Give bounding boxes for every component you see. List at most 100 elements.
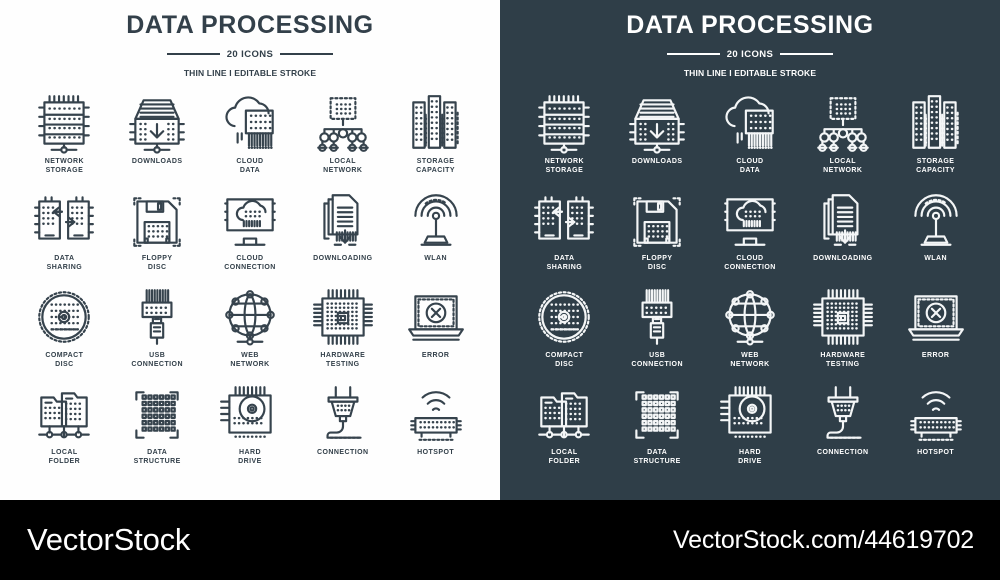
icon-label: CONNECTION	[817, 448, 869, 456]
data-structure-icon	[635, 390, 679, 439]
storage-capacity-icon	[911, 94, 959, 149]
usb-connection-icon	[141, 288, 173, 345]
icon-cell-web-network[interactable]: WEB NETWORK	[704, 286, 797, 383]
icon-label: WLAN	[924, 254, 947, 262]
watermark-footer: VectorStock VectorStock.com/44619702	[0, 500, 1000, 580]
icon-label: HARDWARE TESTING	[820, 351, 866, 368]
error-icon	[907, 294, 964, 341]
icon-label: LOCAL NETWORK	[823, 157, 863, 174]
icon-cell-storage-capacity[interactable]: STORAGE CAPACITY	[389, 92, 482, 189]
hotspot-icon	[409, 390, 462, 441]
page-subtitle: THIN LINE I EDITABLE STROKE	[183, 67, 317, 78]
icon-label: DOWNLOADING	[813, 254, 873, 262]
icon-label: WLAN	[424, 254, 447, 262]
icon-label: HARDWARE TESTING	[320, 351, 366, 368]
network-storage-icon	[38, 94, 91, 154]
icon-label: FLOPPY DISC	[641, 254, 673, 271]
icon-label: WEB NETWORK	[730, 351, 770, 368]
icon-label: WEB NETWORK	[230, 351, 270, 368]
icon-cell-data-sharing[interactable]: DATA SHARING	[518, 189, 611, 286]
icon-cell-data-sharing[interactable]: DATA SHARING	[18, 189, 111, 286]
icon-count-rule-dark: 20 ICONS	[500, 49, 1000, 60]
connection-icon	[326, 385, 362, 439]
icon-label: NETWORK STORAGE	[44, 157, 85, 174]
icon-cell-connection[interactable]: CONNECTION	[296, 383, 389, 480]
icon-cell-downloading[interactable]: DOWNLOADING	[796, 189, 889, 286]
hotspot-icon	[909, 390, 962, 441]
icon-cell-data-structure[interactable]: DATA STRUCTURE	[111, 383, 204, 480]
hard-drive-icon	[220, 385, 272, 438]
icon-cell-network-storage[interactable]: NETWORK STORAGE	[518, 92, 611, 189]
rule-line-right	[780, 53, 834, 55]
icon-cell-cloud-data[interactable]: CLOUD DATA	[704, 92, 797, 189]
icon-label: CLOUD CONNECTION	[224, 254, 276, 271]
icon-cell-data-structure[interactable]: DATA STRUCTURE	[611, 383, 704, 480]
data-structure-icon	[135, 390, 179, 439]
hardware-testing-icon	[812, 288, 873, 345]
connection-icon	[826, 385, 862, 439]
icon-cell-error[interactable]: ERROR	[889, 286, 982, 383]
wlan-icon	[413, 193, 458, 246]
hard-drive-icon	[720, 385, 772, 438]
icon-label: USB CONNECTION	[631, 351, 683, 368]
icon-cell-local-folder[interactable]: LOCAL FOLDER	[518, 383, 611, 480]
icon-cell-wlan[interactable]: WLAN	[889, 189, 982, 286]
icon-cell-storage-capacity[interactable]: STORAGE CAPACITY	[889, 92, 982, 189]
icon-label: HOTSPOT	[417, 448, 455, 456]
vectorstock-url: VectorStock.com/44619702	[673, 525, 974, 554]
icon-label: HARD DRIVE	[738, 448, 762, 465]
icon-cell-wlan[interactable]: WLAN	[389, 189, 482, 286]
icon-cell-usb-connection[interactable]: USB CONNECTION	[611, 286, 704, 383]
icon-cell-local-folder[interactable]: LOCAL FOLDER	[18, 383, 111, 480]
rule-line-right	[280, 53, 334, 55]
icon-cell-cloud-connection[interactable]: CLOUD CONNECTION	[704, 189, 797, 286]
icon-cell-local-network[interactable]: LOCAL NETWORK	[796, 92, 889, 189]
cloud-connection-icon	[222, 197, 278, 246]
icon-label: HOTSPOT	[917, 448, 955, 456]
local-folder-icon	[538, 391, 591, 438]
icon-cell-floppy-disc[interactable]: FLOPPY DISC	[111, 189, 204, 286]
poster-sheet: DATA PROCESSING 20 ICONS THIN LINE I EDI…	[0, 0, 1000, 580]
icon-label: FLOPPY DISC	[141, 254, 173, 271]
icon-cell-web-network[interactable]: WEB NETWORK	[204, 286, 297, 383]
icon-grid-light: NETWORK STORAGE DOWNLOADS CLOUD DATA LOCAL NET…	[0, 92, 500, 480]
icon-cell-error[interactable]: ERROR	[389, 286, 482, 383]
icon-cell-downloads[interactable]: DOWNLOADS	[111, 92, 204, 189]
local-network-icon	[816, 96, 869, 152]
error-icon	[407, 294, 464, 341]
vectorstock-brand: VectorStock	[27, 522, 191, 557]
icon-cell-hotspot[interactable]: HOTSPOT	[389, 383, 482, 480]
icon-cell-usb-connection[interactable]: USB CONNECTION	[111, 286, 204, 383]
page-title: DATA PROCESSING	[126, 11, 374, 39]
icon-cell-cloud-data[interactable]: CLOUD DATA	[204, 92, 297, 189]
icon-cell-network-storage[interactable]: NETWORK STORAGE	[18, 92, 111, 189]
icon-cell-cloud-connection[interactable]: CLOUD CONNECTION	[204, 189, 297, 286]
icon-cell-hard-drive[interactable]: HARD DRIVE	[204, 383, 297, 480]
floppy-disc-icon	[133, 196, 181, 247]
downloads-icon	[629, 98, 686, 154]
icon-cell-downloads[interactable]: DOWNLOADS	[611, 92, 704, 189]
icon-cell-connection[interactable]: CONNECTION	[796, 383, 889, 480]
icon-cell-compact-disc[interactable]: COMPACT DISC	[18, 286, 111, 383]
network-storage-icon	[538, 94, 591, 154]
storage-capacity-icon	[411, 94, 459, 149]
icon-label: CLOUD CONNECTION	[724, 254, 776, 271]
icon-label: DOWNLOADING	[313, 254, 373, 262]
icon-label: CONNECTION	[317, 448, 369, 456]
icon-cell-local-network[interactable]: LOCAL NETWORK	[296, 92, 389, 189]
icon-label: LOCAL NETWORK	[323, 157, 363, 174]
icon-label: DATA STRUCTURE	[633, 448, 681, 465]
icon-cell-hotspot[interactable]: HOTSPOT	[889, 383, 982, 480]
icon-cell-floppy-disc[interactable]: FLOPPY DISC	[611, 189, 704, 286]
icon-cell-hardware-testing[interactable]: HARDWARE TESTING	[296, 286, 389, 383]
downloading-icon	[823, 193, 859, 246]
icon-cell-compact-disc[interactable]: COMPACT DISC	[518, 286, 611, 383]
icon-cell-hardware-testing[interactable]: HARDWARE TESTING	[796, 286, 889, 383]
icon-grid-dark: NETWORK STORAGE DOWNLOADS CLOUD DATA LOCAL NET…	[500, 92, 1000, 480]
downloading-icon	[323, 193, 359, 246]
floppy-disc-icon	[633, 196, 681, 247]
page-subtitle-dark: THIN LINE I EDITABLE STROKE	[683, 67, 817, 78]
compact-disc-icon	[38, 290, 91, 343]
icon-cell-hard-drive[interactable]: HARD DRIVE	[704, 383, 797, 480]
icon-cell-downloading[interactable]: DOWNLOADING	[296, 189, 389, 286]
